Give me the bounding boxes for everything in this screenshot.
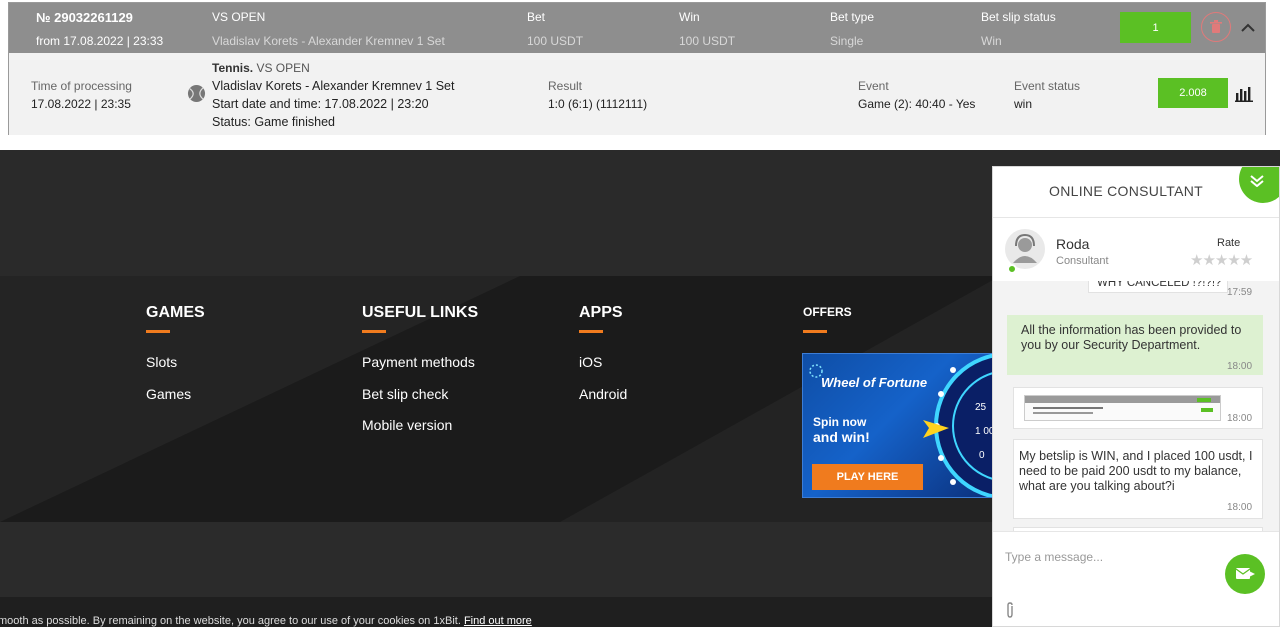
message-input[interactable] <box>1005 550 1215 564</box>
banner-line-2: and win! <box>813 429 870 445</box>
footer-link-android[interactable]: Android <box>579 386 627 402</box>
bet-type-value: Single <box>830 34 864 48</box>
online-consultant-chat: ONLINE CONSULTANT Roda Consultant Rate ★… <box>992 166 1280 627</box>
bet-slip-number: № 29032261129 <box>36 10 133 25</box>
event-status-label: Event status <box>1014 79 1081 93</box>
chat-message: All the information has been provided to… <box>1007 315 1263 375</box>
chevron-up-icon[interactable] <box>1239 19 1257 37</box>
double-chevron-down-icon <box>1250 175 1264 187</box>
chat-messages[interactable]: WHY CANCELED !?!?!? 17:59 All the inform… <box>993 281 1279 531</box>
wheel-number: 25 <box>975 402 987 413</box>
game-status: Status: Game finished <box>212 115 335 129</box>
attach-paperclip-icon[interactable] <box>1005 602 1015 618</box>
chat-input-area <box>993 531 1279 626</box>
event-detail-value: Game (2): 40:40 - Yes <box>858 97 976 111</box>
agent-name: Roda <box>1056 236 1090 252</box>
events-count-badge[interactable]: 1 <box>1120 12 1191 43</box>
match-name[interactable]: Vladislav Korets - Alexander Kremnev 1 S… <box>212 79 454 93</box>
bet-slip: № 29032261129 from 17.08.2022 | 23:33 VS… <box>8 2 1266 135</box>
bet-slip-date: from 17.08.2022 | 23:33 <box>36 34 164 48</box>
send-button[interactable] <box>1225 554 1265 594</box>
useful-links-heading: USEFUL LINKS <box>362 304 479 321</box>
footer-link-payment-methods[interactable]: Payment methods <box>362 354 475 370</box>
tennis-ball-icon <box>187 84 206 103</box>
chat-image-message[interactable]: 18:00 <box>1013 387 1263 429</box>
message-time: 17:59 <box>1227 287 1253 298</box>
footer-link-mobile-version[interactable]: Mobile version <box>362 417 452 433</box>
fortune-wheel-image: 25 1 00 0 <box>923 354 996 497</box>
win-label: Win <box>679 10 700 24</box>
event-detail-label: Event <box>858 79 889 93</box>
agent-avatar <box>1005 229 1045 269</box>
bet-value: 100 USDT <box>527 34 584 48</box>
banner-line-1: Spin now <box>813 415 867 429</box>
statistics-icon[interactable] <box>1235 86 1253 102</box>
bet-label: Bet <box>527 10 546 24</box>
footer-link-bet-slip-check[interactable]: Bet slip check <box>362 386 448 402</box>
rate-label: Rate <box>1217 237 1241 249</box>
play-here-button[interactable]: PLAY HERE <box>812 464 923 490</box>
bet-slip-header[interactable]: № 29032261129 from 17.08.2022 | 23:33 VS… <box>9 3 1265 53</box>
status-value: Win <box>981 34 1002 48</box>
bet-type-label: Bet type <box>830 10 875 24</box>
cookie-text: mooth as possible. By remaining on the w… <box>0 615 461 627</box>
sport-name: Tennis. <box>212 61 254 75</box>
processing-time-label: Time of processing <box>31 79 132 93</box>
start-time: Start date and time: 17.08.2022 | 23:20 <box>212 97 429 111</box>
result-label: Result <box>548 79 583 93</box>
message-time: 18:00 <box>1227 361 1253 372</box>
status-label: Bet slip status <box>981 10 1056 24</box>
send-envelope-icon <box>1235 568 1255 579</box>
headset-user-icon <box>1013 233 1037 263</box>
event-label: VS OPEN <box>212 10 266 24</box>
message-time: 18:00 <box>1227 502 1253 513</box>
league-name: VS OPEN <box>256 61 310 75</box>
games-heading: GAMES <box>146 304 205 321</box>
processing-time-value: 17.08.2022 | 23:35 <box>31 97 131 111</box>
footer-link-games[interactable]: Games <box>146 386 191 402</box>
find-out-more-link[interactable]: Find out more <box>464 615 532 627</box>
chat-message: WHY CANCELED !?!?!? <box>1088 281 1228 293</box>
chat-message: My betslip is WIN, and I placed 100 usdt… <box>1013 439 1263 519</box>
event-status-value: win <box>1014 97 1033 111</box>
chat-title: ONLINE CONSULTANT <box>1049 183 1203 199</box>
footer-link-slots[interactable]: Slots <box>146 354 177 370</box>
event-value: Vladislav Korets - Alexander Kremnev 1 S… <box>212 34 445 48</box>
offers-heading: OFFERS <box>803 305 852 319</box>
message-time: 18:00 <box>1227 413 1253 424</box>
online-status-dot <box>1007 264 1017 274</box>
trash-icon <box>1210 20 1222 33</box>
rating-stars[interactable]: ★★★★★ <box>1190 251 1253 269</box>
win-value: 100 USDT <box>679 34 736 48</box>
wheel-of-fortune-banner[interactable]: 25 1 00 0 Wheel of Fortune Spin now and … <box>802 353 997 498</box>
banner-title: Wheel of Fortune <box>821 375 928 390</box>
result-value: 1:0 (6:1) (1112111) <box>548 97 648 111</box>
agent-role: Consultant <box>1056 255 1109 267</box>
screenshot-thumbnail[interactable] <box>1024 395 1221 421</box>
bet-slip-detail: Time of processing 17.08.2022 | 23:35 Te… <box>9 53 1265 135</box>
wheel-number: 0 <box>979 450 985 461</box>
footer-link-ios[interactable]: iOS <box>579 354 602 370</box>
odds-badge: 2.008 <box>1158 78 1228 108</box>
apps-heading: APPS <box>579 304 623 321</box>
delete-button[interactable] <box>1201 12 1231 42</box>
